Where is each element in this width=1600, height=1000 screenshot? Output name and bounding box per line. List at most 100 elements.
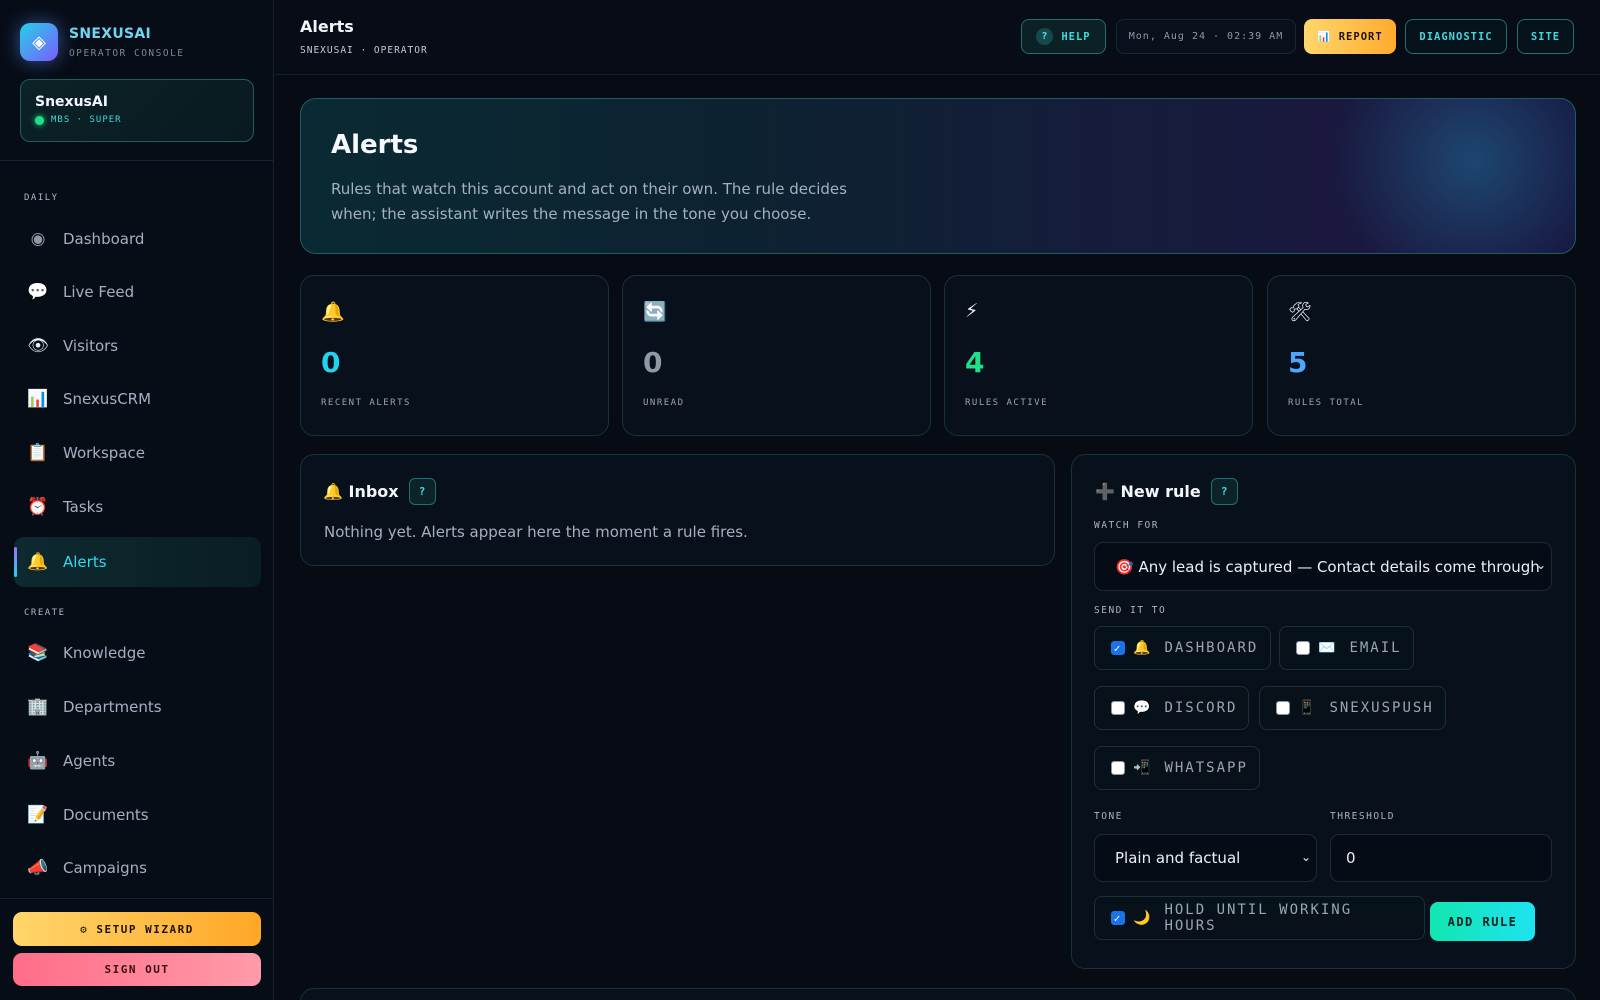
sidebar-item-workspace[interactable]: 📋 Workspace	[14, 428, 261, 478]
clipboard-icon: 📋	[27, 443, 49, 463]
inbox-title: 🔔 Inbox	[323, 482, 399, 501]
tools-icon: 🛠	[1288, 301, 1313, 323]
help-label: HELP	[1061, 30, 1091, 43]
new-rule-help-button[interactable]: ?	[1210, 478, 1238, 505]
brand-subtitle: OPERATOR CONSOLE	[69, 47, 185, 59]
sidebar-divider	[0, 160, 274, 161]
checkbox-icon[interactable]	[1111, 761, 1125, 775]
stat-value: 0	[321, 346, 341, 379]
stat-value: 4	[965, 346, 985, 379]
watch-for-label: WATCH FOR	[1094, 520, 1159, 531]
sidebar-item-snexuscrm[interactable]: 📊 SnexusCRM	[14, 374, 261, 424]
threshold-label: THRESHOLD	[1330, 811, 1395, 822]
stat-card-recent-alerts: 🔔 0 RECENT ALERTS	[300, 275, 609, 436]
eye-icon: 👁	[27, 336, 49, 356]
watch-for-value: 🎯 Any lead is captured — Contact details…	[1115, 557, 1540, 576]
sidebar-item-alerts[interactable]: 🔔 Alerts	[14, 537, 261, 587]
sidebar-item-dashboard[interactable]: ◉ Dashboard	[14, 214, 261, 264]
bell-icon: 🔔	[321, 301, 345, 323]
mobile-phone-icon: 📱	[1298, 700, 1316, 716]
section-label-daily: DAILY	[24, 193, 59, 203]
report-button[interactable]: 📊 REPORT	[1304, 19, 1396, 54]
hold-label: HOLD UNTIL WORKING HOURS	[1164, 902, 1353, 934]
brand-name: SNEXUSAI	[69, 25, 152, 42]
watch-for-select[interactable]: 🎯 Any lead is captured — Contact details…	[1094, 542, 1552, 591]
threshold-input[interactable]: 0	[1330, 834, 1552, 882]
speech-bubble-icon: 💬	[27, 282, 49, 302]
sidebar-item-documents[interactable]: 📝 Documents	[14, 790, 261, 840]
tone-value: Plain and factual	[1115, 849, 1241, 867]
question-icon: ?	[1036, 28, 1054, 45]
sidebar-item-label: Departments	[63, 698, 162, 716]
threshold-value: 0	[1346, 849, 1356, 867]
sign-out-button[interactable]: SIGN OUT	[13, 953, 261, 986]
send-to-label: SEND IT TO	[1094, 605, 1167, 616]
sidebar-item-agents[interactable]: 🤖 Agents	[14, 736, 261, 786]
stat-card-unread: 🔄 0 UNREAD	[622, 275, 931, 436]
inbox-help-button[interactable]: ?	[408, 478, 436, 505]
envelope-icon: ✉️	[1318, 640, 1336, 656]
sidebar-item-tasks[interactable]: ⏰ Tasks	[14, 482, 261, 532]
moon-icon: 🌙	[1133, 910, 1151, 926]
page-title: Alerts	[300, 17, 354, 36]
account-card[interactable]: SnexusAI MBS · SUPER	[20, 79, 254, 142]
clock-display: Mon, Aug 24 · 02:39 AM	[1116, 19, 1296, 54]
channel-email-checkbox[interactable]: ✉️ EMAIL	[1279, 626, 1414, 670]
inbox-card: 🔔 Inbox ? Nothing yet. Alerts appear her…	[300, 454, 1055, 566]
checkbox-icon[interactable]	[1276, 701, 1290, 715]
section-label-create: CREATE	[24, 608, 66, 618]
diagnostic-button[interactable]: DIAGNOSTIC	[1405, 19, 1507, 54]
sidebar-item-label: Workspace	[63, 444, 145, 462]
channel-dashboard-checkbox[interactable]: ✓ 🔔 DASHBOARD	[1094, 626, 1271, 670]
lightning-icon: ⚡	[965, 300, 979, 322]
bottom-card	[300, 988, 1576, 1000]
tone-select[interactable]: Plain and factual ⌄	[1094, 834, 1317, 882]
sidebar-item-visitors[interactable]: 👁 Visitors	[14, 321, 261, 371]
channel-discord-checkbox[interactable]: 💬 DISCORD	[1094, 686, 1249, 730]
tone-label: TONE	[1094, 811, 1123, 822]
new-rule-title: ➕ New rule	[1095, 482, 1201, 501]
checkbox-checked-icon[interactable]: ✓	[1111, 641, 1125, 655]
breadcrumb: SNEXUSAI · OPERATOR	[300, 45, 428, 56]
channel-snexuspush-checkbox[interactable]: 📱 SNEXUSPUSH	[1259, 686, 1446, 730]
robot-icon: 🤖	[27, 751, 49, 771]
hold-until-working-hours-checkbox[interactable]: ✓ 🌙 HOLD UNTIL WORKING HOURS	[1094, 896, 1425, 940]
channel-label: WHATSAPP	[1164, 760, 1248, 776]
site-button[interactable]: SITE	[1517, 19, 1574, 54]
checkbox-icon[interactable]	[1296, 641, 1310, 655]
sidebar-item-knowledge[interactable]: 📚 Knowledge	[14, 628, 261, 678]
sidebar-item-label: Live Feed	[63, 283, 135, 301]
add-rule-button[interactable]: ADD RULE	[1430, 902, 1535, 941]
top-bar: Alerts SNEXUSAI · OPERATOR ? HELP Mon, A…	[275, 0, 1600, 75]
sidebar-item-label: SnexusCRM	[63, 390, 152, 408]
sidebar-item-label: Agents	[63, 752, 116, 770]
stat-label: UNREAD	[643, 398, 685, 408]
checkbox-icon[interactable]	[1111, 701, 1125, 715]
sidebar-item-departments[interactable]: 🏢 Departments	[14, 682, 261, 732]
bar-chart-icon: 📊	[27, 389, 49, 409]
stat-card-rules-total: 🛠 5 RULES TOTAL	[1267, 275, 1576, 436]
alarm-clock-icon: ⏰	[27, 497, 49, 517]
channel-label: DISCORD	[1164, 700, 1238, 716]
sidebar-item-label: Visitors	[63, 337, 119, 355]
memo-icon: 📝	[27, 805, 49, 825]
megaphone-icon: 📣	[27, 858, 49, 878]
office-building-icon: 🏢	[27, 697, 49, 717]
help-button[interactable]: ? HELP	[1021, 19, 1106, 54]
brand[interactable]: ◈ SNEXUSAI OPERATOR CONSOLE	[20, 23, 185, 61]
account-plan: MBS · SUPER	[51, 115, 122, 125]
channel-label: EMAIL	[1349, 640, 1402, 656]
setup-wizard-button[interactable]: ⚙ SETUP WIZARD	[13, 912, 261, 946]
sidebar-item-label: Tasks	[63, 498, 104, 516]
dashboard-icon: ◉	[30, 229, 46, 249]
sidebar-item-label: Alerts	[63, 553, 107, 571]
bell-icon: 🔔	[1133, 640, 1151, 656]
channel-whatsapp-checkbox[interactable]: 📲 WHATSAPP	[1094, 746, 1260, 790]
sidebar-item-live-feed[interactable]: 💬 Live Feed	[14, 267, 261, 317]
stat-card-rules-active: ⚡ 4 RULES ACTIVE	[944, 275, 1253, 436]
sidebar-item-label: Campaigns	[63, 859, 148, 877]
hero-description: Rules that watch this account and act on…	[331, 180, 847, 223]
bell-icon: 🔔	[27, 552, 49, 572]
sidebar-item-campaigns[interactable]: 📣 Campaigns	[14, 843, 261, 893]
checkbox-checked-icon[interactable]: ✓	[1111, 911, 1125, 925]
